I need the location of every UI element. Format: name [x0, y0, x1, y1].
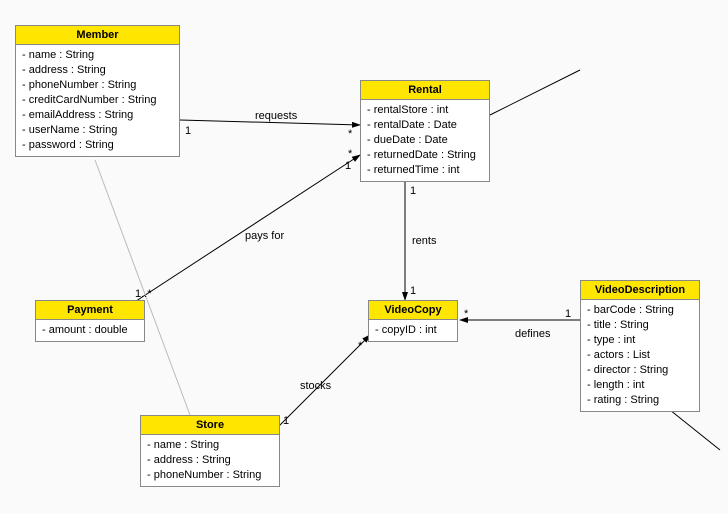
class-payment-body: - amount : double [36, 320, 144, 341]
attr: - length : int [587, 378, 693, 393]
mult: 1 [345, 160, 351, 172]
class-videodescription[interactable]: VideoDescription - barCode : String - ti… [580, 280, 700, 412]
class-member-body: - name : String - address : String - pho… [16, 45, 179, 156]
attr: - address : String [22, 63, 173, 78]
class-payment[interactable]: Payment - amount : double [35, 300, 145, 342]
attr: - name : String [147, 438, 273, 453]
mult: 1 [565, 308, 571, 320]
mult: * [348, 148, 352, 160]
class-store[interactable]: Store - name : String - address : String… [140, 415, 280, 487]
class-videocopy-title: VideoCopy [369, 301, 457, 320]
attr: - rentalStore : int [367, 103, 483, 118]
assoc-rents: rents [412, 235, 436, 247]
attr: - emailAddress : String [22, 108, 173, 123]
class-videocopy-body: - copyID : int [369, 320, 457, 341]
mult: 1..* [135, 288, 152, 300]
attr: - name : String [22, 48, 173, 63]
mult: 1 [185, 125, 191, 137]
attr: - type : int [587, 333, 693, 348]
attr: - barCode : String [587, 303, 693, 318]
class-rental-body: - rentalStore : int - rentalDate : Date … [361, 100, 489, 181]
attr: - phoneNumber : String [147, 468, 273, 483]
attr: - rating : String [587, 393, 693, 408]
class-videocopy[interactable]: VideoCopy - copyID : int [368, 300, 458, 342]
attr: - password : String [22, 138, 173, 153]
attr: - title : String [587, 318, 693, 333]
assoc-defines: defines [515, 328, 550, 340]
assoc-stocks: stocks [300, 380, 331, 392]
attr: - userName : String [22, 123, 173, 138]
attr: - director : String [587, 363, 693, 378]
class-rental-title: Rental [361, 81, 489, 100]
attr: - phoneNumber : String [22, 78, 173, 93]
mult: 1 [283, 415, 289, 427]
class-member[interactable]: Member - name : String - address : Strin… [15, 25, 180, 157]
class-store-title: Store [141, 416, 279, 435]
attr: - returnedDate : String [367, 148, 483, 163]
assoc-paysfor: pays for [245, 230, 284, 242]
class-payment-title: Payment [36, 301, 144, 320]
mult: 1 [410, 285, 416, 297]
attr: - actors : List [587, 348, 693, 363]
attr: - returnedTime : int [367, 163, 483, 178]
assoc-requests: requests [255, 110, 297, 122]
class-rental[interactable]: Rental - rentalStore : int - rentalDate … [360, 80, 490, 182]
class-videodescription-title: VideoDescription [581, 281, 699, 300]
class-member-title: Member [16, 26, 179, 45]
mult: * [348, 128, 352, 140]
attr: - creditCardNumber : String [22, 93, 173, 108]
mult: * [358, 340, 362, 352]
attr: - amount : double [42, 323, 138, 338]
attr: - dueDate : Date [367, 133, 483, 148]
attr: - rentalDate : Date [367, 118, 483, 133]
attr: - copyID : int [375, 323, 451, 338]
class-store-body: - name : String - address : String - pho… [141, 435, 279, 486]
class-videodescription-body: - barCode : String - title : String - ty… [581, 300, 699, 411]
attr: - address : String [147, 453, 273, 468]
mult: 1 [410, 185, 416, 197]
mult: * [464, 308, 468, 320]
